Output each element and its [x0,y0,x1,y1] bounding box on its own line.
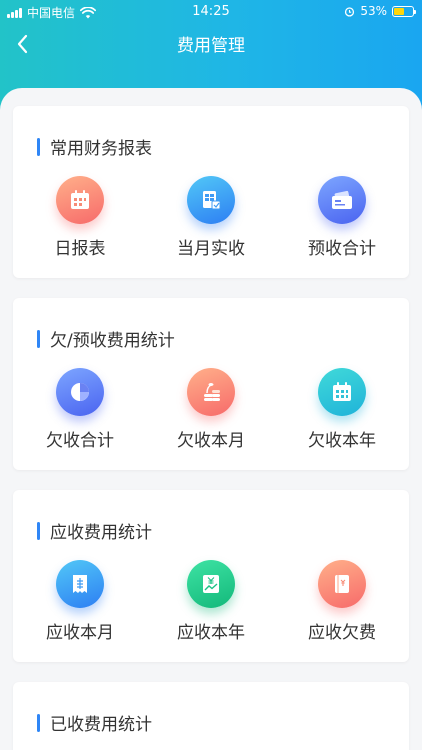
item-label: 应收本年 [177,623,245,643]
receivable-month-button[interactable]: 应收本月 [25,560,135,643]
item-label: 欠收本月 [177,431,245,451]
section-title: 已收费用统计 [37,710,152,735]
section-receivable: 应收费用统计 应收本月 应收本年 应收欠费 [13,490,409,662]
nav-bar: 费用管理 [0,24,422,64]
receivable-arrears-button[interactable]: 应收欠费 [287,560,397,643]
section-title-text: 欠/预收费用统计 [50,331,175,351]
main-content: 常用财务报表 日报表 当月实收 预收合计 欠/预收费用统计 欠收合计 欠收本月 … [0,88,422,750]
section-arrears-prepaid: 欠/预收费用统计 欠收合计 欠收本月 欠收本年 [13,298,409,470]
section-title: 常用财务报表 [37,134,152,159]
section-items: 欠收合计 欠收本月 欠收本年 [13,368,409,458]
section-items: 日报表 当月实收 预收合计 [13,176,409,266]
section-common-reports: 常用财务报表 日报表 当月实收 预收合计 [13,106,409,278]
wallet-icon [318,176,366,224]
item-label: 应收本月 [46,623,114,643]
coins-icon [187,368,235,416]
arrears-total-button[interactable]: 欠收合计 [25,368,135,451]
arrears-year-button[interactable]: 欠收本年 [287,368,397,451]
item-label: 预收合计 [308,239,376,259]
page-title: 费用管理 [177,36,245,56]
item-label: 欠收合计 [46,431,114,451]
title-accent-bar [37,137,40,156]
daily-report-button[interactable]: 日报表 [25,176,135,259]
item-label: 欠收本年 [308,431,376,451]
calendar-icon [56,176,104,224]
yen-chart-icon [187,560,235,608]
section-title: 欠/预收费用统计 [37,326,175,351]
status-right: 53% [344,4,416,18]
status-bar: 中国电信 14:25 53% [0,0,422,24]
title-accent-bar [37,329,40,348]
receipt-icon [56,560,104,608]
section-title: 应收费用统计 [37,518,152,543]
section-title-text: 应收费用统计 [50,523,152,543]
arrears-month-button[interactable]: 欠收本月 [156,368,266,451]
section-received: 已收费用统计 [13,682,409,750]
section-title-text: 常用财务报表 [50,139,152,159]
item-label: 日报表 [54,239,106,259]
receivable-year-button[interactable]: 应收本年 [156,560,266,643]
item-label: 应收欠费 [308,623,376,643]
alarm-icon [345,6,355,17]
item-label: 当月实收 [177,239,245,259]
monthly-received-button[interactable]: 当月实收 [156,176,266,259]
document-icon [187,176,235,224]
calendar-icon [318,368,366,416]
battery-icon [392,5,416,17]
bill-icon [318,560,366,608]
section-items: 应收本月 应收本年 应收欠费 [13,560,409,650]
title-accent-bar [37,713,40,732]
prepaid-total-button[interactable]: 预收合计 [287,176,397,259]
title-accent-bar [37,521,40,540]
battery-percent: 53% [360,4,387,18]
section-title-text: 已收费用统计 [50,715,152,735]
pie-chart-icon [56,368,104,416]
